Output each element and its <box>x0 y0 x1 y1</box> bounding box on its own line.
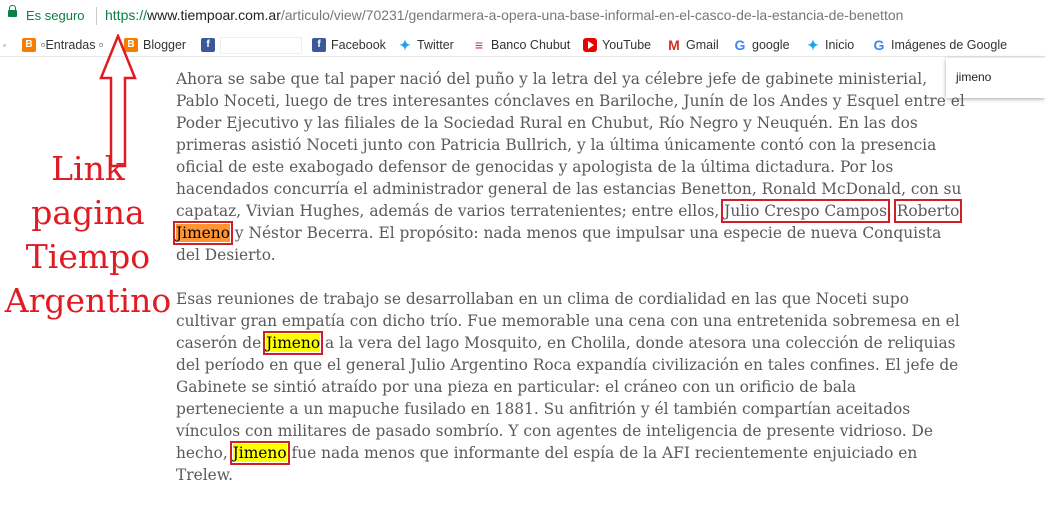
annotation-line: Tiempo <box>25 237 151 276</box>
dots-icon <box>3 43 6 47</box>
bookmark-google[interactable]: Ggoogle <box>733 36 790 54</box>
paragraph-text: , <box>886 202 892 220</box>
paragraph-text: fue nada menos que informante del espía … <box>176 444 918 484</box>
secure-label[interactable]: Es seguro <box>26 8 85 23</box>
paragraph-text: a la vera del lago Mosquito, en Cholila,… <box>176 334 959 462</box>
banco-chubut-icon: ≡ <box>474 37 484 53</box>
bookmark-gmail[interactable]: M Gmail <box>667 36 719 54</box>
search-match-current: Jimeno <box>173 221 233 245</box>
url-path: /articulo/view/70231/gendarmera-a-opera-… <box>280 7 904 23</box>
google-icon: G <box>734 37 746 53</box>
name-highlight-julio-crespo-campos: Julio Crespo Campos <box>721 199 890 223</box>
bookmark-label: YouTube <box>602 38 652 52</box>
bookmark-label: Imágenes de Google <box>891 38 1008 52</box>
blogger-icon: B <box>22 38 36 52</box>
annotation-text: Link pagina Tiempo Argentino <box>0 147 176 323</box>
bookmarks-bar: B ▫ Entradas ▫ B Blogger f f Facebook ✦ Twitt… <box>0 34 1045 57</box>
url-scheme: https:// <box>105 7 148 23</box>
twitter-icon: ✦ <box>807 37 819 53</box>
annotation-line: Argentino <box>4 281 172 320</box>
article-paragraph: Ahora se sabe que tal paper nació del pu… <box>173 68 966 266</box>
bookmark-facebook-blank[interactable]: f <box>201 36 220 54</box>
bookmark-twitter[interactable]: ✦ Twitter <box>398 36 454 54</box>
google-icon: G <box>873 37 885 53</box>
article-paragraph: Esas reuniones de trabajo se desarrollab… <box>176 288 966 486</box>
bookmark-facebook[interactable]: f Facebook <box>312 36 386 54</box>
bookmark-label: Twitter <box>417 38 454 52</box>
gmail-icon: M <box>668 37 680 53</box>
name-highlight-roberto: Roberto <box>893 199 963 223</box>
bookmark-blank-label <box>220 37 302 54</box>
bookmark-label: google <box>752 38 790 52</box>
address-bar[interactable]: Es seguro https://www.tiempoar.com.ar/ar… <box>0 0 1045 34</box>
bookmark-dots <box>3 36 6 54</box>
bookmark-label: Facebook <box>331 38 386 52</box>
bookmark-label: Blogger <box>143 38 187 52</box>
bookmark-label: Inicio <box>825 38 855 52</box>
bookmark-label: Gmail <box>686 38 719 52</box>
youtube-icon <box>583 38 597 52</box>
annotation-line: pagina <box>31 193 145 232</box>
bookmark-youtube[interactable]: YouTube <box>583 36 651 54</box>
address-separator <box>96 7 97 25</box>
bookmark-label: Banco Chubut <box>491 38 571 52</box>
url-text[interactable]: https://www.tiempoar.com.ar/articulo/vie… <box>105 7 903 23</box>
annotation-line: Link <box>51 149 125 188</box>
bookmark-entradas[interactable]: B ▫ Entradas ▫ <box>22 36 103 54</box>
twitter-icon: ✦ <box>399 37 411 53</box>
lock-icon <box>8 5 17 17</box>
paragraph-text: y Néstor Becerra. El propósito: nada men… <box>176 224 942 264</box>
bookmark-banco-chubut[interactable]: ≡ Banco Chubut <box>472 36 570 54</box>
bookmark-label: Entradas <box>45 38 96 52</box>
paragraph-text: Ahora se sabe que tal paper nació del pu… <box>176 70 965 220</box>
facebook-icon: f <box>201 38 215 52</box>
search-match: Jimeno <box>229 441 290 465</box>
facebook-icon: f <box>312 38 326 52</box>
bookmark-inicio[interactable]: ✦ Inicio <box>806 36 854 54</box>
bookmark-imagenes-google[interactable]: G Imágenes de Google <box>872 36 1008 54</box>
search-match: Jimeno <box>263 331 324 355</box>
article-body: Ahora se sabe que tal paper nació del pu… <box>173 68 966 508</box>
url-host: www.tiempoar.com.ar <box>147 7 281 23</box>
